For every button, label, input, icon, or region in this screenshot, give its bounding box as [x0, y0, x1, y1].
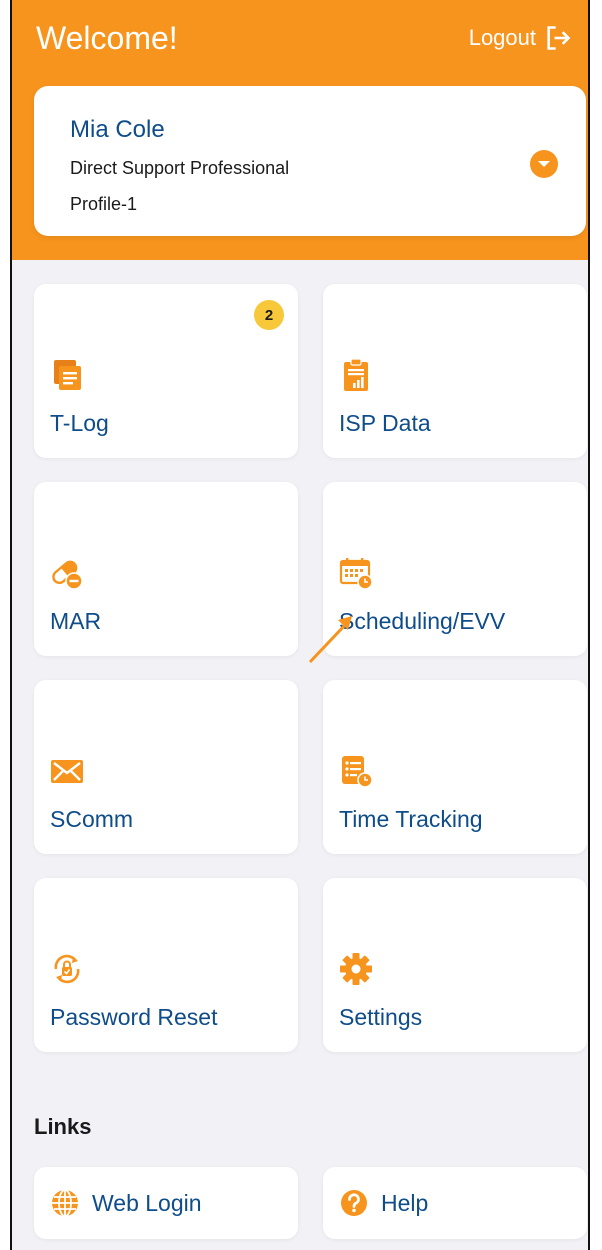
tile-scomm[interactable]: SComm — [34, 680, 298, 854]
gear-icon — [340, 953, 372, 985]
web-login-link[interactable]: Web Login — [34, 1167, 298, 1239]
help-label: Help — [381, 1189, 429, 1216]
help-icon — [341, 1190, 367, 1216]
tile-label: T-Log — [50, 410, 109, 436]
notification-badge: 2 — [254, 300, 284, 330]
tile-isp-data[interactable]: ISP Data — [323, 284, 587, 458]
tile-label: ISP Data — [339, 410, 431, 436]
globe-icon — [52, 1189, 78, 1217]
chevron-down-icon — [538, 161, 550, 167]
help-link[interactable]: Help — [323, 1167, 587, 1239]
envelope-icon — [51, 760, 83, 783]
app-screen: Welcome! Logout Mia Cole Direct Support … — [10, 0, 590, 1250]
notes-icon — [54, 360, 81, 390]
checklist-clock-icon — [342, 756, 373, 788]
logout-label: Logout — [468, 25, 536, 50]
clipboard-chart-icon — [344, 358, 368, 391]
tile-label: SComm — [50, 806, 134, 832]
tile-scheduling-evv[interactable]: Scheduling/EVV — [323, 482, 587, 656]
tile-t-log[interactable]: 2 T-Log — [34, 284, 298, 458]
logout-icon — [547, 26, 571, 50]
logout-button[interactable]: Logout — [469, 24, 572, 52]
header-bar: Welcome! Logout Mia Cole Direct Support … — [12, 0, 588, 260]
lock-reset-icon — [54, 954, 80, 984]
tile-label: MAR — [50, 608, 102, 634]
web-login-label: Web Login — [92, 1189, 202, 1216]
tile-label: Scheduling/EVV — [339, 608, 506, 634]
profile-id: Profile-1 — [70, 194, 138, 214]
welcome-title: Welcome! — [36, 20, 178, 56]
profile-name: Mia Cole — [70, 116, 165, 143]
tile-label: Settings — [339, 1004, 423, 1030]
tile-label: Time Tracking — [339, 806, 483, 832]
profile-dropdown-button[interactable] — [530, 150, 558, 178]
tile-settings[interactable]: Settings — [323, 878, 587, 1052]
tile-time-tracking[interactable]: Time Tracking — [323, 680, 587, 854]
tile-label: Password Reset — [50, 1004, 218, 1030]
profile-card[interactable]: Mia Cole Direct Support Professional Pro… — [34, 86, 586, 236]
pill-icon — [52, 560, 83, 590]
tile-mar[interactable]: MAR — [34, 482, 298, 656]
profile-role: Direct Support Professional — [70, 158, 290, 178]
links-heading: Links — [34, 1114, 92, 1139]
calendar-clock-icon — [339, 558, 373, 590]
tile-password-reset[interactable]: Password Reset — [34, 878, 298, 1052]
